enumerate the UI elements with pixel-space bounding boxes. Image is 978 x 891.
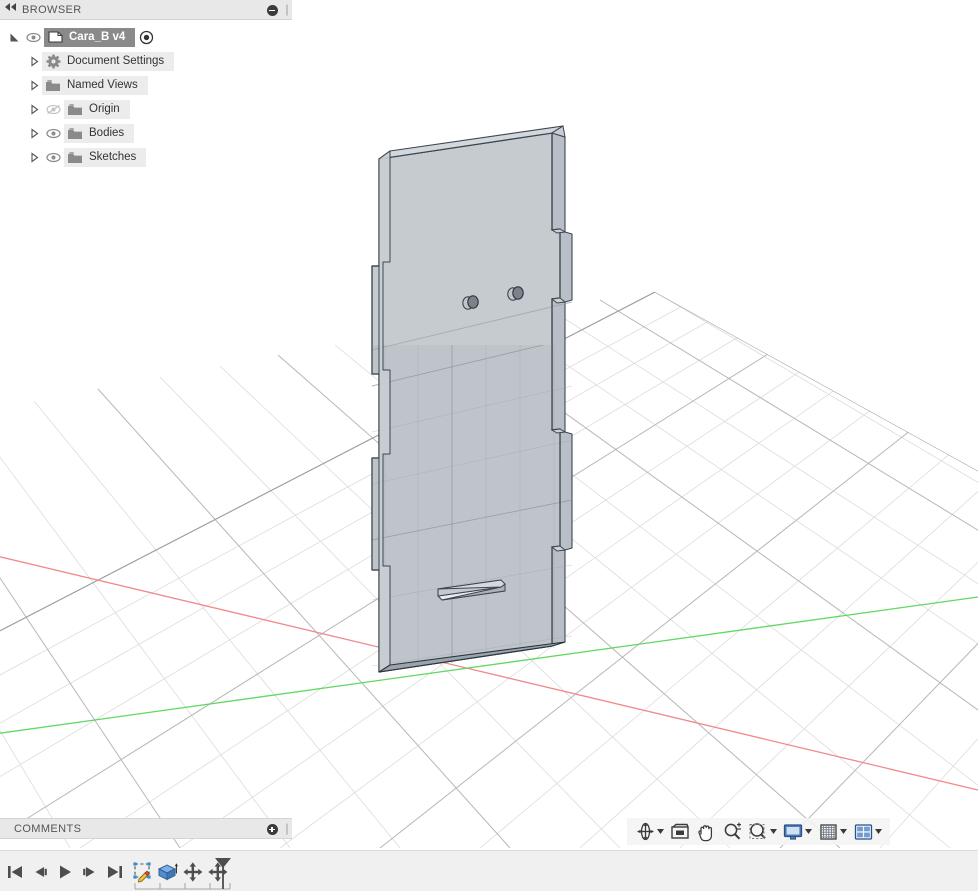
tree-row-label: Named Views xyxy=(67,79,138,91)
folder-icon xyxy=(42,76,64,94)
play-icon[interactable] xyxy=(52,857,77,887)
collapsed-triangle-icon[interactable] xyxy=(26,55,42,67)
fusion360-window: BROWSER ❘ Cara_B v4 Document Settings Na… xyxy=(0,0,978,891)
step-back-icon[interactable] xyxy=(27,857,52,887)
activate-radio-icon[interactable] xyxy=(135,28,157,47)
collapsed-triangle-icon[interactable] xyxy=(26,103,42,115)
viewport-layout-icon xyxy=(852,821,874,843)
tree-row-label: Bodies xyxy=(89,127,125,139)
look-at-button[interactable] xyxy=(667,820,693,844)
model-left-edge-band xyxy=(378,150,391,673)
tree-row-chip-sketches[interactable]: Sketches xyxy=(64,147,147,167)
collapsed-triangle-icon[interactable] xyxy=(26,127,42,139)
timeline-bar xyxy=(0,850,978,891)
component-icon xyxy=(44,28,66,46)
model-hole-2 xyxy=(507,286,524,301)
folder-icon xyxy=(64,124,86,142)
pan-hand-icon xyxy=(695,821,717,843)
model-side-face xyxy=(551,132,573,647)
tree-row-sketches[interactable]: Sketches xyxy=(0,146,292,168)
tree-row-chip-cara-b[interactable]: Cara_B v4 xyxy=(44,27,136,47)
tree-row-cara-b[interactable]: Cara_B v4 xyxy=(0,26,292,48)
model-hole-1 xyxy=(462,295,479,310)
chevron-down-icon[interactable] xyxy=(874,821,883,843)
browser-tree: Cara_B v4 Document Settings Named Views … xyxy=(0,20,292,168)
tree-row-label: Cara_B v4 xyxy=(69,31,126,43)
folder-icon xyxy=(64,148,86,166)
browser-title: BROWSER xyxy=(22,3,82,16)
look-at-icon xyxy=(669,821,691,843)
timeline-playback-controls xyxy=(0,851,127,891)
expanded-triangle-icon[interactable] xyxy=(6,32,22,43)
minimize-circle-icon[interactable] xyxy=(262,0,282,20)
tree-row-chip-document-settings[interactable]: Document Settings xyxy=(42,51,175,71)
folder-icon xyxy=(64,100,86,118)
zoom-window-icon xyxy=(747,821,769,843)
chevron-down-icon[interactable] xyxy=(839,821,848,843)
display-monitor-icon xyxy=(782,821,804,843)
pan-button[interactable] xyxy=(693,820,719,844)
double-left-chevron-icon[interactable] xyxy=(0,0,22,20)
step-forward-icon[interactable] xyxy=(77,857,102,887)
tree-row-label: Sketches xyxy=(89,151,137,163)
tree-row-bodies[interactable]: Bodies xyxy=(0,122,292,144)
grid-icon xyxy=(817,821,839,843)
chevron-down-icon[interactable] xyxy=(804,821,813,843)
tree-row-chip-named-views[interactable]: Named Views xyxy=(42,75,148,95)
skip-to-start-icon[interactable] xyxy=(2,857,27,887)
eye-icon[interactable] xyxy=(22,28,44,46)
gear-icon xyxy=(42,52,64,70)
chevron-down-icon[interactable] xyxy=(656,821,665,843)
browser-header: BROWSER ❘ xyxy=(0,0,292,20)
tree-row-chip-bodies[interactable]: Bodies xyxy=(64,123,135,143)
eye-icon[interactable] xyxy=(42,124,64,142)
navigation-toolbar xyxy=(627,818,890,845)
tree-row-chip-origin[interactable]: Origin xyxy=(64,99,130,119)
comments-panel-header: COMMENTS ❘ xyxy=(0,818,292,839)
collapsed-triangle-icon[interactable] xyxy=(26,79,42,91)
grid-and-snaps-button[interactable] xyxy=(815,820,850,844)
chevron-down-icon[interactable] xyxy=(769,821,778,843)
resize-grip-icon[interactable]: ❘ xyxy=(282,0,292,20)
skip-to-end-icon[interactable] xyxy=(102,857,127,887)
eye-hidden-icon[interactable] xyxy=(42,100,64,118)
zoom-window-button[interactable] xyxy=(745,820,780,844)
model-body-cara-b[interactable] xyxy=(371,125,573,673)
eye-icon[interactable] xyxy=(42,148,64,166)
comments-title: COMMENTS xyxy=(14,822,82,835)
tree-row-named-views[interactable]: Named Views xyxy=(0,74,292,96)
display-settings-button[interactable] xyxy=(780,820,815,844)
add-comment-icon[interactable] xyxy=(262,819,282,839)
tree-row-document-settings[interactable]: Document Settings xyxy=(0,50,292,72)
timeline-end-marker-icon[interactable] xyxy=(214,857,232,889)
orbit-icon xyxy=(634,821,656,843)
tree-row-label: Origin xyxy=(89,103,120,115)
zoom-button[interactable] xyxy=(719,820,745,844)
zoom-magnifier-icon xyxy=(721,821,743,843)
tree-row-label: Document Settings xyxy=(67,55,165,67)
browser-panel: BROWSER ❘ Cara_B v4 Document Settings Na… xyxy=(0,0,292,170)
tree-row-origin[interactable]: Origin xyxy=(0,98,292,120)
viewports-button[interactable] xyxy=(850,820,885,844)
collapsed-triangle-icon[interactable] xyxy=(26,151,42,163)
resize-grip-icon[interactable]: ❘ xyxy=(282,819,292,839)
orbit-button[interactable] xyxy=(632,820,667,844)
